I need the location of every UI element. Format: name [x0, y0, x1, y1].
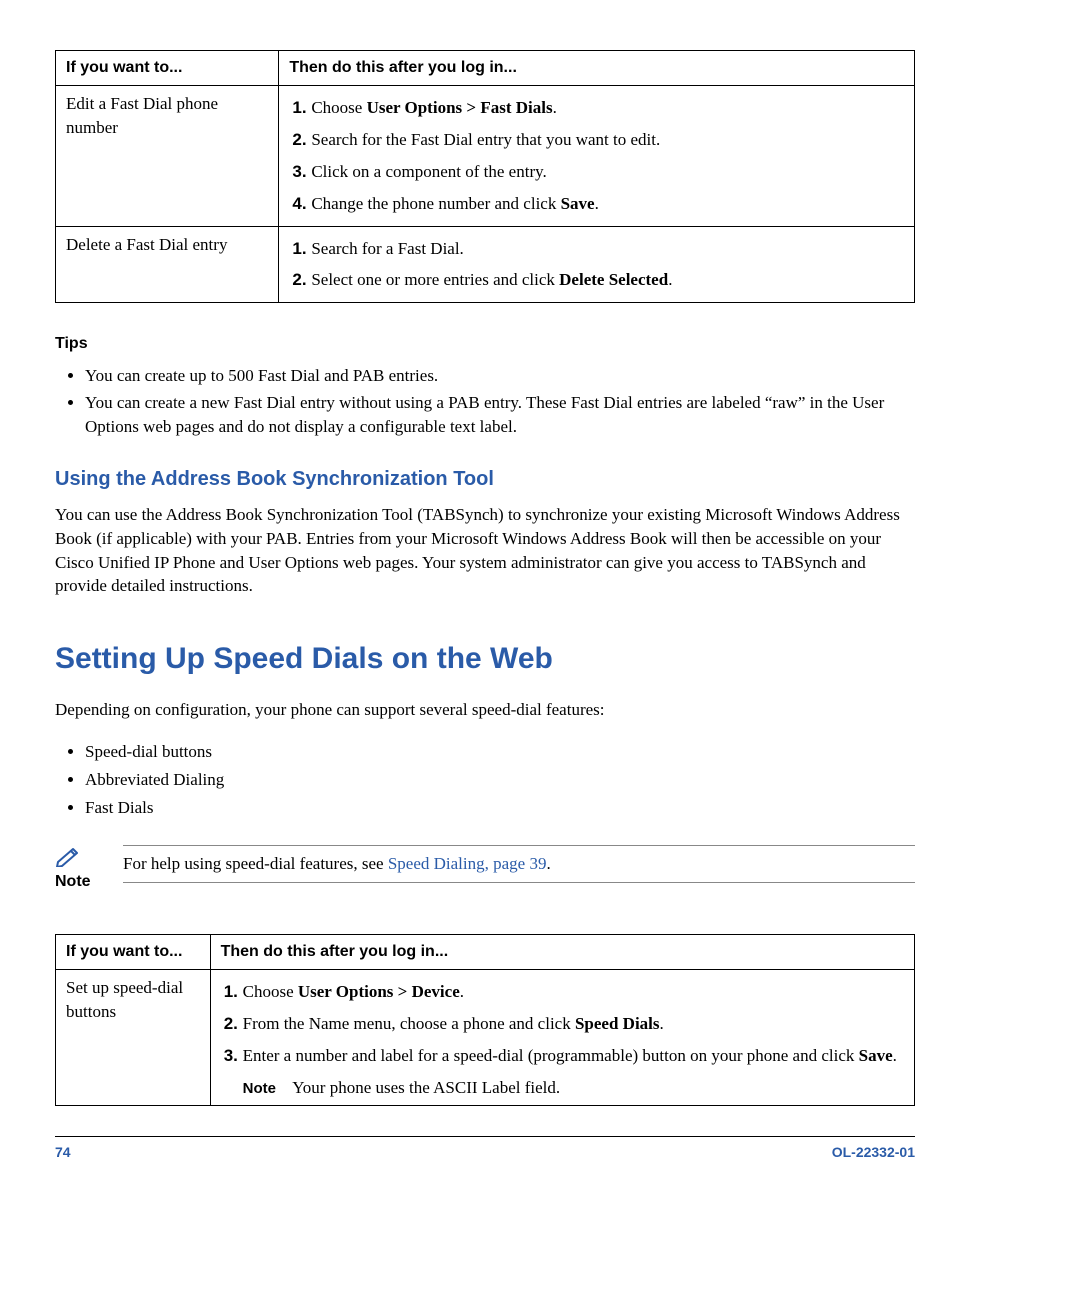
inline-note-label: Note	[243, 1078, 289, 1099]
t1-h2: Then do this after you log in...	[279, 51, 915, 86]
step-item: From the Name menu, choose a phone and c…	[243, 1008, 904, 1040]
step-item: Choose User Options > Device.	[243, 976, 904, 1008]
doc-id: OL-22332-01	[832, 1143, 915, 1163]
step-item: Select one or more entries and click Del…	[311, 264, 904, 296]
tip-item: You can create a new Fast Dial entry wit…	[85, 389, 915, 441]
t2-h1: If you want to...	[56, 934, 211, 969]
step-item: Click on a component of the entry.	[311, 156, 904, 188]
pencil-icon	[55, 845, 83, 867]
note-block: Note For help using speed-dial features,…	[55, 845, 915, 893]
tabsynch-paragraph: You can use the Address Book Synchroniza…	[55, 503, 915, 598]
step-item: Choose User Options > Fast Dials.	[311, 92, 904, 124]
feature-item: Speed-dial buttons	[85, 738, 915, 766]
features-list: Speed-dial buttonsAbbreviated DialingFas…	[55, 738, 915, 821]
tips-list: You can create up to 500 Fast Dial and P…	[55, 362, 915, 441]
t1-h1: If you want to...	[56, 51, 279, 86]
inline-note-text: Your phone uses the ASCII Label field.	[292, 1078, 560, 1097]
table-row-steps: Choose User Options > Fast Dials.Search …	[279, 86, 915, 226]
step-item: Change the phone number and click Save.	[311, 188, 904, 220]
section-heading-tabsynch: Using the Address Book Synchronization T…	[55, 465, 915, 493]
step-item: Search for a Fast Dial.	[311, 233, 904, 265]
step-item: Enter a number and label for a speed-dia…	[243, 1040, 904, 1072]
tip-item: You can create up to 500 Fast Dial and P…	[85, 362, 915, 390]
feature-item: Fast Dials	[85, 794, 915, 822]
feature-item: Abbreviated Dialing	[85, 766, 915, 794]
table-row-task: Delete a Fast Dial entry	[56, 226, 279, 303]
section-heading-speed-dials: Setting Up Speed Dials on the Web	[55, 638, 915, 680]
t2-h2: Then do this after you log in...	[210, 934, 914, 969]
page-footer: 74 OL-22332-01	[55, 1136, 915, 1163]
step-item: Search for the Fast Dial entry that you …	[311, 124, 904, 156]
note-text: For help using speed-dial features, see …	[123, 845, 915, 883]
t2-task: Set up speed-dial buttons	[56, 970, 211, 1106]
page-number: 74	[55, 1143, 71, 1163]
speed-dial-table: If you want to... Then do this after you…	[55, 934, 915, 1107]
speed-dialing-link[interactable]: Speed Dialing, page 39	[388, 854, 547, 873]
t2-steps-cell: Choose User Options > Device.From the Na…	[210, 970, 914, 1106]
table-row-task: Edit a Fast Dial phone number	[56, 86, 279, 226]
tips-heading: Tips	[55, 333, 915, 355]
table-row-steps: Search for a Fast Dial.Select one or mor…	[279, 226, 915, 303]
note-label: Note	[55, 873, 91, 890]
speed-dial-intro: Depending on configuration, your phone c…	[55, 698, 915, 722]
fast-dial-table: If you want to... Then do this after you…	[55, 50, 915, 303]
